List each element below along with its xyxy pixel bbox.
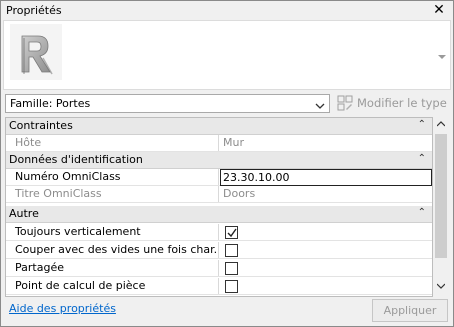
prop-row-cut-with-voids: Couper avec des vides une fois char... [6,242,432,259]
prop-name: Hôte [6,135,219,151]
omniclass-number-input[interactable]: 23.30.10.00 [220,169,432,186]
shared-checkbox[interactable] [225,262,238,275]
prop-name: Couper avec des vides une fois char... [6,242,219,258]
scroll-down-icon[interactable] [436,283,446,291]
revit-r-logo-icon [10,24,62,80]
prop-name: Point de calcul de pièce [6,278,219,294]
chevron-down-icon[interactable] [438,55,446,59]
title-bar[interactable]: Propriétés ✕ [1,1,453,20]
apply-button[interactable]: Appliquer [372,299,448,322]
group-identity[interactable]: Données d'identification ⌃ [6,152,432,169]
prop-row-always-vertical: Toujours verticalement [6,224,432,241]
scroll-up-icon[interactable] [436,121,446,129]
prop-name: Toujours verticalement [6,224,219,240]
prop-row-shared: Partagée [6,260,432,277]
prop-row-room-calc-point: Point de calcul de pièce [6,278,432,295]
collapse-icon[interactable]: ⌃ [418,207,426,218]
group-label: Données d'identification [9,153,143,166]
vertical-scrollbar[interactable] [433,117,449,297]
family-select-value: Famille: Portes [10,97,91,110]
edit-type-label: Modifier le type [357,96,447,110]
chevron-down-icon [315,100,325,113]
prop-name: Titre OmniClass [6,186,219,202]
prop-value: Mur [223,136,244,149]
properties-help-link[interactable]: Aide des propriétés [9,302,116,315]
type-selector[interactable] [3,20,451,90]
edit-type-icon [337,95,353,111]
close-icon[interactable]: ✕ [431,2,447,18]
properties-grid: Contraintes ⌃ Hôte Mur Données d'identif… [5,117,433,297]
prop-value: Doors [223,187,256,200]
window-title: Propriétés [6,4,62,17]
edit-type-button[interactable]: Modifier le type [336,94,452,113]
prop-name: Partagée [6,260,219,276]
collapse-icon[interactable]: ⌃ [418,119,426,130]
family-select[interactable]: Famille: Portes [5,94,330,113]
always-vertical-checkbox[interactable] [225,226,238,239]
prop-row-omniclass-number[interactable]: Numéro OmniClass 23.30.10.00 [6,169,432,186]
collapse-icon[interactable]: ⌃ [418,153,426,164]
scrollbar-thumb[interactable] [435,134,447,258]
group-other[interactable]: Autre ⌃ [6,206,432,223]
cut-with-voids-checkbox[interactable] [225,244,238,257]
prop-row-omniclass-title: Titre OmniClass Doors [6,186,432,203]
group-constraints[interactable]: Contraintes ⌃ [6,118,432,135]
prop-name: Numéro OmniClass [6,169,219,185]
prop-row-host: Hôte Mur [6,135,432,152]
group-label: Contraintes [9,119,73,132]
properties-palette: Propriétés ✕ Famille: Portes Modifier le… [0,0,454,327]
group-label: Autre [9,207,39,220]
room-calc-point-checkbox[interactable] [225,280,238,293]
